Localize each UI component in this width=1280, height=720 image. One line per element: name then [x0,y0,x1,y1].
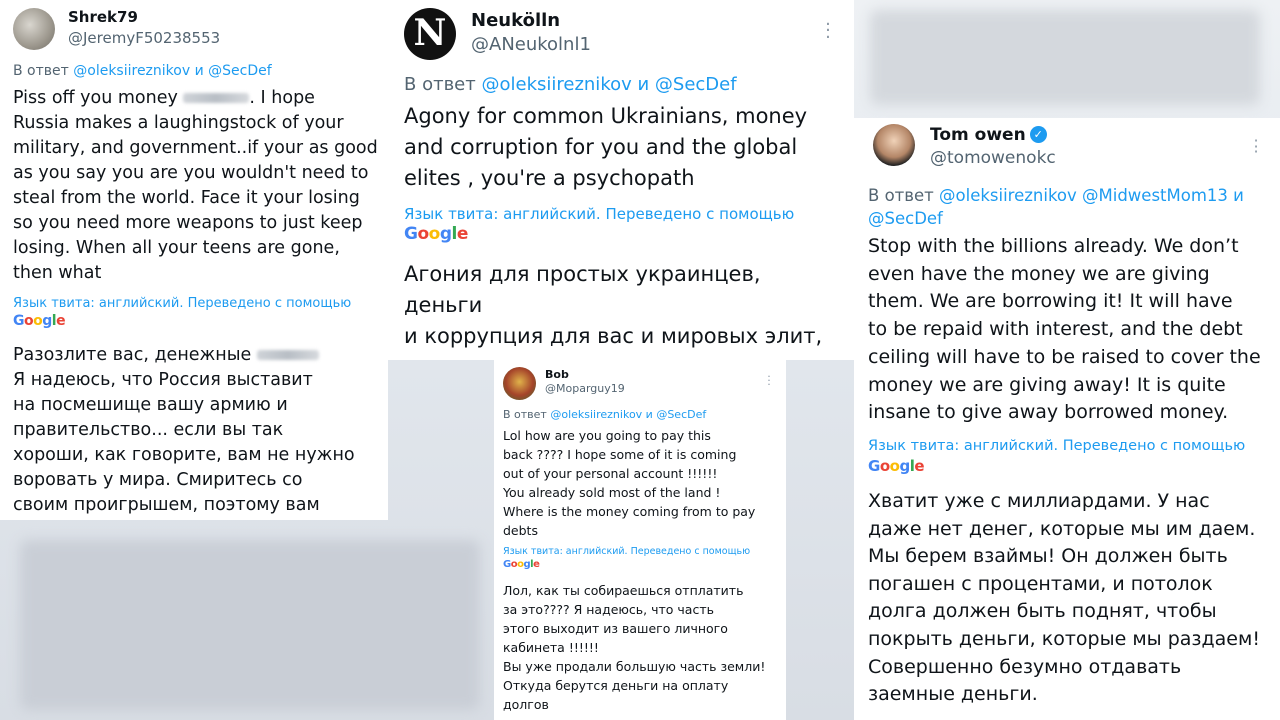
reply-prefix: В ответ [13,63,69,79]
author-handle[interactable]: @ANeukolnl1 [471,34,591,55]
reply-mentions[interactable]: @oleksiireznikov и @SecDef [73,63,271,79]
author-name-text: Tom owen [930,125,1026,145]
reply-prefix: В ответ [868,186,934,205]
tweet-card-bob[interactable]: Bob @Moparguy19 · · · В ответ @oleksiirezn… [494,360,786,720]
reply-prefix: В ответ [404,74,476,95]
translation-note[interactable]: Язык твита: английский. Переведено с пом… [404,205,794,223]
tweet-text: Lol how are you going to pay this back ?… [503,428,756,538]
tweet-card-tom-owen[interactable]: Tom owen ✓ @tomowenokc · · · В ответ @oleks… [854,118,1280,720]
tweet-card-neukolln[interactable]: N Neukölln @ANeukolnl1 · · · В ответ @olek… [388,0,854,360]
avatar[interactable] [503,367,536,400]
tweet-text-part: . I hope Russia makes a laughingstock of… [13,88,378,283]
reply-mentions[interactable]: @oleksiireznikov и @SecDef [481,74,736,95]
tweet-card-shrek79[interactable]: Shrek79 @JeremyF50238553 В ответ @oleksi… [0,0,388,520]
blurred-area [20,540,480,710]
translated-text: Агония для простых украинцев, деньги и к… [404,262,823,360]
avatar[interactable] [873,124,915,166]
more-options-icon[interactable]: · · · [764,371,774,389]
tweet-text: Stop with the billions already. We don’t… [868,235,1261,424]
redacted-word [256,350,319,360]
author-name[interactable]: Neukölln [471,10,560,31]
google-logo: Google [404,224,468,244]
more-options-icon[interactable]: · · · [1250,133,1262,160]
verified-badge-icon: ✓ [1029,126,1047,143]
tweet-text: Piss off you money . I hope Russia makes… [13,86,383,286]
redacted-word [183,93,250,103]
neukolln-logo-icon: N [413,12,447,54]
translated-text: Лол, как ты собираешься отплатить за это… [503,583,766,712]
translated-text: Разозлите вас, денежные Я надеюсь, что Р… [13,343,383,518]
translation-note[interactable]: Язык твита: английский. Переведено с пом… [13,296,351,311]
blurred-area [870,10,1260,105]
author-handle[interactable]: @JeremyF50238553 [68,29,220,47]
author-name[interactable]: Shrek79 [68,8,138,26]
tweet-text-part: Piss off you money [13,88,178,108]
translation-note[interactable]: Язык твита: английский. Переведено с пом… [868,438,1245,454]
google-logo: Google [868,457,925,475]
translated-text: Хватит уже с миллиардами. У нас даже нет… [868,490,1260,706]
reply-to-line: В ответ @oleksiireznikov и @SecDef [503,408,706,421]
avatar[interactable]: N [404,8,456,60]
tweet-text: Agony for common Ukrainians, money and c… [404,104,808,190]
google-logo: Google [503,559,540,570]
author-handle[interactable]: @tomowenokc [930,148,1056,168]
reply-to-line: В ответ @oleksiireznikov @MidwestMom13 и… [868,184,1273,230]
translation-note[interactable]: Язык твита: английский. Переведено с пом… [503,546,750,557]
reply-to-line: В ответ @oleksiireznikov и @SecDef [13,63,272,79]
translated-text-part: Я надеюсь, что Россия выставит на посмеш… [13,370,355,515]
reply-mentions[interactable]: @oleksiireznikov и @SecDef [550,408,706,421]
reply-prefix: В ответ [503,408,547,421]
google-logo: Google [13,313,66,329]
avatar[interactable] [13,8,55,50]
author-name[interactable]: Bob [545,368,569,381]
author-name[interactable]: Tom owen ✓ [930,125,1047,145]
author-handle[interactable]: @Moparguy19 [545,382,625,395]
more-options-icon[interactable]: · · · [822,16,834,46]
reply-to-line: В ответ @oleksiireznikov и @SecDef [404,74,737,95]
translated-text-part: Разозлите вас, денежные [13,345,252,365]
